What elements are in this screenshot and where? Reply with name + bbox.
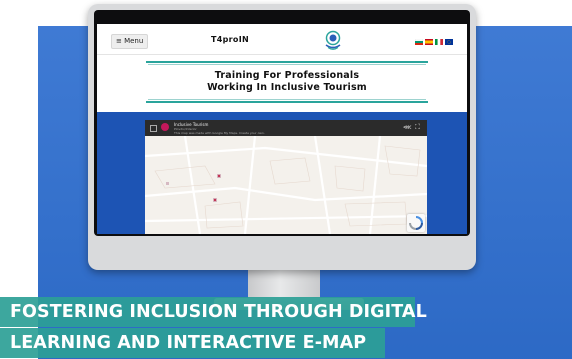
fullscreen-icon[interactable]: ⛶ bbox=[415, 123, 420, 132]
embedded-map[interactable]: Inclusive Tourism Plovdiv/Interior This … bbox=[145, 120, 427, 234]
italian-flag-icon[interactable] bbox=[435, 39, 443, 45]
monitor-screen: ≡ Menu T4proIN Training For Professional… bbox=[97, 24, 467, 234]
bulgarian-flag-icon[interactable] bbox=[415, 39, 423, 45]
banner-title-line-2: Working In Inclusive Tourism bbox=[207, 82, 367, 93]
map-menu-icon[interactable] bbox=[150, 125, 157, 132]
site-title[interactable]: T4proIN bbox=[211, 35, 249, 44]
map-avatar bbox=[161, 123, 169, 131]
caption-line-1: FOSTERING INCLUSION THROUGH DIGITAL bbox=[0, 297, 427, 327]
recaptcha-icon[interactable] bbox=[407, 214, 425, 232]
monitor: ≡ Menu T4proIN Training For Professional… bbox=[88, 4, 476, 270]
share-icon[interactable]: ⋘ bbox=[403, 124, 412, 131]
language-flags bbox=[415, 39, 453, 45]
site-header: ≡ Menu T4proIN bbox=[97, 24, 467, 55]
title-banner-inner: Training For Professionals Working In In… bbox=[148, 64, 426, 100]
title-banner: Training For Professionals Working In In… bbox=[146, 61, 428, 103]
menu-button[interactable]: ≡ Menu bbox=[111, 34, 149, 49]
map-toolbar: Inclusive Tourism Plovdiv/Interior This … bbox=[145, 120, 427, 136]
map-canvas[interactable] bbox=[145, 136, 427, 234]
eu-flag-icon[interactable] bbox=[445, 39, 453, 45]
map-note: This map was made with Google My Maps. C… bbox=[174, 131, 265, 135]
banner-title-line-1: Training For Professionals bbox=[214, 70, 360, 81]
t4proin-logo-icon[interactable] bbox=[322, 29, 344, 51]
content-band: Inclusive Tourism Plovdiv/Interior This … bbox=[97, 112, 467, 234]
monitor-bezel: ≡ Menu T4proIN Training For Professional… bbox=[94, 10, 470, 236]
caption-line-2: LEARNING AND INTERACTIVE E-MAP bbox=[0, 328, 385, 358]
spanish-flag-icon[interactable] bbox=[425, 39, 433, 45]
